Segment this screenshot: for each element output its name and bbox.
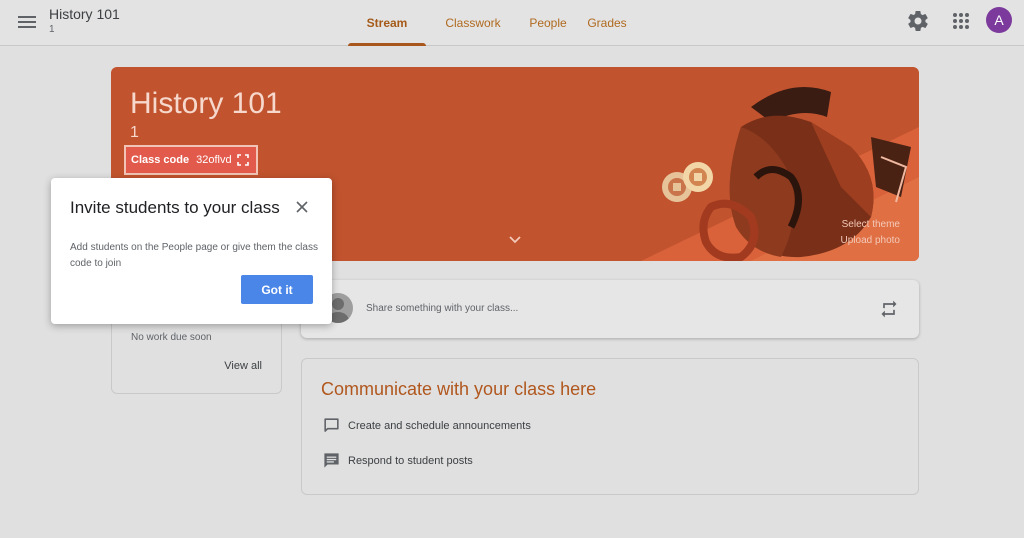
create-announcements-text: Create and schedule announcements xyxy=(348,419,531,432)
repost-icon[interactable] xyxy=(879,299,899,319)
share-input[interactable]: Share something with your class... xyxy=(366,303,518,314)
tab-classwork[interactable]: Classwork xyxy=(437,0,509,46)
class-section: 1 xyxy=(49,24,55,35)
banner-section: 1 xyxy=(130,124,139,141)
share-box[interactable]: Share something with your class... xyxy=(301,280,919,338)
respond-posts-text: Respond to student posts xyxy=(348,454,473,467)
list-item: Create and schedule announcements xyxy=(322,416,531,435)
chat-bubble-icon xyxy=(324,418,339,432)
dialog-body: Add students on the People page or give … xyxy=(70,242,318,269)
tab-stream[interactable]: Stream xyxy=(348,0,426,46)
account-avatar[interactable]: A xyxy=(986,7,1012,33)
comment-icon xyxy=(324,453,339,468)
invite-dialog: Invite students to your class Add studen… xyxy=(51,178,332,324)
no-work-text: No work due soon xyxy=(131,332,212,343)
chevron-down-icon[interactable] xyxy=(508,235,522,245)
upload-photo-link[interactable]: Upload photo xyxy=(841,233,901,249)
gear-icon[interactable] xyxy=(906,9,930,33)
tab-bar: Stream Classwork People Grades xyxy=(348,0,627,46)
class-code-value: 32oflvd xyxy=(196,154,232,166)
view-all-link[interactable]: View all xyxy=(224,360,262,372)
class-code-chip[interactable]: Class code 32oflvd xyxy=(124,145,258,175)
dialog-title: Invite students to your class xyxy=(70,198,280,217)
communicate-title: Communicate with your class here xyxy=(321,379,597,399)
tab-people[interactable]: People xyxy=(529,0,567,46)
got-it-button[interactable]: Got it xyxy=(241,275,313,304)
communicate-card: Communicate with your class here Create … xyxy=(301,358,919,495)
banner-title: History 101 xyxy=(130,87,282,120)
close-icon[interactable] xyxy=(295,200,309,214)
select-theme-link[interactable]: Select theme xyxy=(841,217,900,233)
list-item: Respond to student posts xyxy=(322,451,473,470)
class-code-label: Class code xyxy=(131,154,190,166)
fullscreen-icon[interactable] xyxy=(236,154,249,166)
banner-actions: Select theme Upload photo xyxy=(841,217,901,249)
tab-grades[interactable]: Grades xyxy=(587,0,627,46)
menu-icon[interactable] xyxy=(14,9,40,35)
apps-grid-icon[interactable] xyxy=(949,9,973,33)
top-app-bar: History 101 1 Stream Classwork People Gr… xyxy=(0,0,1024,46)
class-title[interactable]: History 101 xyxy=(49,6,120,22)
